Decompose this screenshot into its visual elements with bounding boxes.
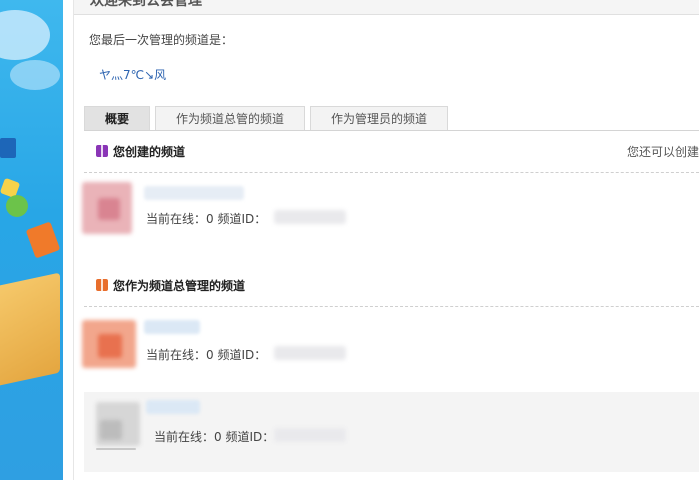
gift-icon [96,145,108,157]
book-decoration [0,138,16,158]
owner-section-title: 您作为频道总管理的频道 [96,277,245,294]
created-section-title: 您创建的频道 [96,143,185,160]
tab-admin-channels[interactable]: 作为管理员的频道 [310,106,448,130]
section-divider [84,306,699,307]
last-managed-channel-link[interactable]: ヤ灬7℃↘风 [99,66,166,83]
channel-item[interactable]: 当前在线：0 频道ID： [82,178,699,242]
cloud-decoration [10,60,60,90]
last-managed-label: 您最后一次管理的频道是： [89,33,234,47]
section-divider [84,172,699,173]
gift-icon [96,279,108,291]
channel-item[interactable]: 当前在线：0 频道ID： [82,312,699,376]
channel-item-highlighted[interactable]: 当前在线：0 频道ID： [84,392,699,472]
channel-avatar-underline [96,448,136,450]
channel-name [144,320,200,334]
plus-decoration [6,195,28,217]
main-content: 欢迎来到公会管理 您最后一次管理的频道是： ヤ灬7℃↘风 概要 作为频道总管的频… [74,0,699,480]
channel-avatar-inner [98,334,122,358]
left-banner [0,0,63,480]
channel-online-text: 当前在线：0 频道ID： [146,348,267,362]
header-bar: 欢迎来到公会管理 [74,0,699,15]
channel-avatar-inner [98,198,120,220]
tab-overview[interactable]: 概要 [84,106,150,130]
tab-underline [84,130,699,131]
created-section-label: 您创建的频道 [113,145,186,159]
tab-owner-channels[interactable]: 作为频道总管的频道 [155,106,305,130]
remaining-create-text: 您还可以创建 [626,145,699,159]
flag-decoration [25,221,61,259]
channel-avatar-inner [100,420,122,440]
channel-id [274,210,346,224]
owner-section-label: 您作为频道总管理的频道 [113,279,246,293]
channel-id [274,346,346,360]
page-title: 欢迎来到公会管理 [90,0,202,9]
channel-id [274,428,346,442]
channel-name [146,400,200,414]
channel-online-text: 当前在线：0 频道ID： [154,430,275,444]
cloud-decoration [0,10,50,60]
channel-online-text: 当前在线：0 频道ID： [146,212,267,226]
channel-name [144,186,244,200]
box-decoration [0,272,60,388]
